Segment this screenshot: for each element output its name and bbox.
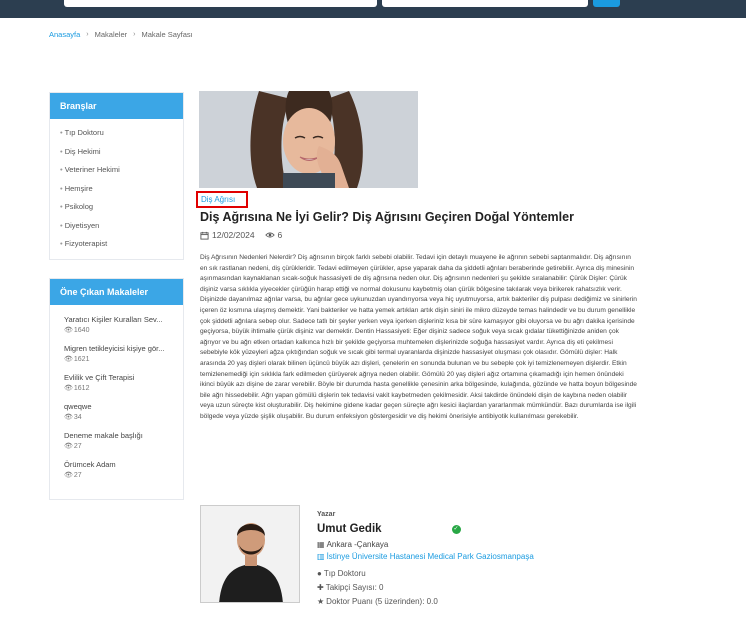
author-card: Yazar Umut Gedik ✓ ▦ Ankara -Çankaya ▥ İst…: [317, 511, 534, 606]
featured-article-title[interactable]: Evlilik ve Çift Terapisi: [64, 373, 169, 382]
chevron-right-icon: ›: [133, 31, 136, 38]
verified-check-icon: ✓: [451, 524, 461, 534]
views-text: 6: [277, 230, 283, 240]
featured-article[interactable]: qweqwe 👁34: [50, 402, 183, 421]
featured-article[interactable]: Örümcek Adam 👁27: [50, 460, 183, 479]
eye-icon: [264, 232, 275, 238]
featured-article[interactable]: Migren tetikleyicisi kişiye gör... 👁1621: [50, 344, 183, 363]
branch-item[interactable]: Tıp Doktoru: [60, 124, 173, 143]
eye-icon: 👁: [64, 385, 73, 392]
article-views: 6: [264, 230, 283, 240]
location-input[interactable]: [382, 0, 588, 7]
building-icon: ▦: [317, 540, 325, 549]
breadcrumb-articles[interactable]: Makaleler: [95, 30, 128, 39]
view-count: 27: [73, 443, 82, 450]
search-button[interactable]: [593, 0, 620, 7]
add-user-icon: ✚: [317, 583, 324, 592]
branch-item[interactable]: Psikolog: [60, 198, 173, 217]
location-text: Ankara -Çankaya: [326, 540, 389, 549]
article-date: 12/02/2024: [200, 230, 255, 240]
followers-text: Takipçi Sayısı: 0: [325, 583, 384, 592]
eye-icon: 👁: [64, 472, 73, 479]
view-count: 27: [73, 472, 82, 479]
featured-article-title[interactable]: Örümcek Adam: [64, 460, 169, 469]
view-count: 1621: [73, 356, 90, 363]
branches-title: Branşlar: [50, 93, 183, 119]
article-meta: 12/02/2024 6: [200, 230, 282, 240]
chevron-right-icon: ›: [86, 31, 89, 38]
date-text: 12/02/2024: [212, 230, 255, 240]
branch-item[interactable]: Hemşire: [60, 180, 173, 199]
featured-article-views: 👁1612: [64, 384, 169, 392]
calendar-icon: [200, 231, 209, 240]
rating-text: Doktor Puanı (5 üzerinden): 0.0: [326, 597, 438, 606]
hospital-icon: ▥: [317, 552, 325, 561]
article-category-tag[interactable]: Diş Ağrısı: [196, 191, 248, 208]
featured-article-title[interactable]: qweqwe: [64, 402, 169, 411]
breadcrumb: Anasayfa › Makaleler › Makale Sayfası: [49, 30, 193, 39]
featured-article-views: 👁1640: [64, 326, 169, 334]
star-icon: ★: [317, 597, 325, 606]
featured-article[interactable]: Evlilik ve Çift Terapisi 👁1612: [50, 373, 183, 392]
author-name-text[interactable]: Umut Gedik: [317, 523, 382, 535]
author-label: Yazar: [317, 511, 336, 518]
branch-item[interactable]: Veteriner Hekimi: [60, 161, 173, 180]
featured-article-views: 👁27: [64, 442, 169, 450]
featured-article-title[interactable]: Deneme makale başlığı: [64, 431, 169, 440]
top-navbar: [0, 0, 746, 18]
profession-text: Tıp Doktoru: [323, 569, 366, 578]
breadcrumb-current: Makale Sayfası: [141, 30, 193, 39]
eye-icon: 👁: [64, 414, 73, 421]
author-followers: ✚ Takipçi Sayısı: 0: [317, 583, 534, 592]
branch-item[interactable]: Diş Hekimi: [60, 143, 173, 162]
view-count: 1640: [73, 327, 90, 334]
featured-article-views: 👁27: [64, 471, 169, 479]
article-title: Diş Ağrısına Ne İyi Gelir? Diş Ağrısını …: [200, 210, 574, 224]
featured-article[interactable]: Yaratıcı Kişiler Kuralları Sev... 👁1640: [50, 315, 183, 334]
featured-article-views: 👁34: [64, 413, 169, 421]
eye-icon: 👁: [64, 356, 73, 363]
view-count: 1612: [73, 385, 90, 392]
eye-icon: 👁: [64, 327, 73, 334]
breadcrumb-home[interactable]: Anasayfa: [49, 30, 80, 39]
featured-article-title[interactable]: Yaratıcı Kişiler Kuralları Sev...: [64, 315, 169, 324]
user-icon: ●: [317, 569, 322, 578]
article-hero-image: [199, 91, 418, 188]
hospital-link[interactable]: İstinye Üniversite Hastanesi Medical Par…: [327, 552, 534, 561]
featured-title: Öne Çıkan Makaleler: [50, 279, 183, 305]
branch-item[interactable]: Diyetisyen: [60, 217, 173, 236]
author-photo: [200, 505, 300, 603]
author-location: ▦ Ankara -Çankaya: [317, 540, 534, 549]
featured-article-title[interactable]: Migren tetikleyicisi kişiye gör...: [64, 344, 169, 353]
search-input[interactable]: [64, 0, 377, 7]
featured-article-views: 👁1621: [64, 355, 169, 363]
eye-icon: 👁: [64, 443, 73, 450]
author-rating: ★ Doktor Puanı (5 üzerinden): 0.0: [317, 597, 534, 606]
featured-articles-panel: Öne Çıkan Makaleler Yaratıcı Kişiler Kur…: [49, 278, 184, 500]
branches-list: Tıp Doktoru Diş Hekimi Veteriner Hekimi …: [50, 119, 183, 259]
author-profession: ● Tıp Doktoru: [317, 569, 534, 578]
branch-item[interactable]: Fizyoterapist: [60, 235, 173, 254]
view-count: 34: [73, 414, 82, 421]
featured-article[interactable]: Deneme makale başlığı 👁27: [50, 431, 183, 450]
article-body: Diş Ağrısının Nedenleri Nelerdir? Diş ağ…: [200, 254, 637, 420]
author-name[interactable]: Umut Gedik ✓: [317, 523, 534, 535]
branches-panel: Branşlar Tıp Doktoru Diş Hekimi Veterine…: [49, 92, 184, 260]
author-hospital[interactable]: ▥ İstinye Üniversite Hastanesi Medical Pa…: [317, 552, 534, 561]
